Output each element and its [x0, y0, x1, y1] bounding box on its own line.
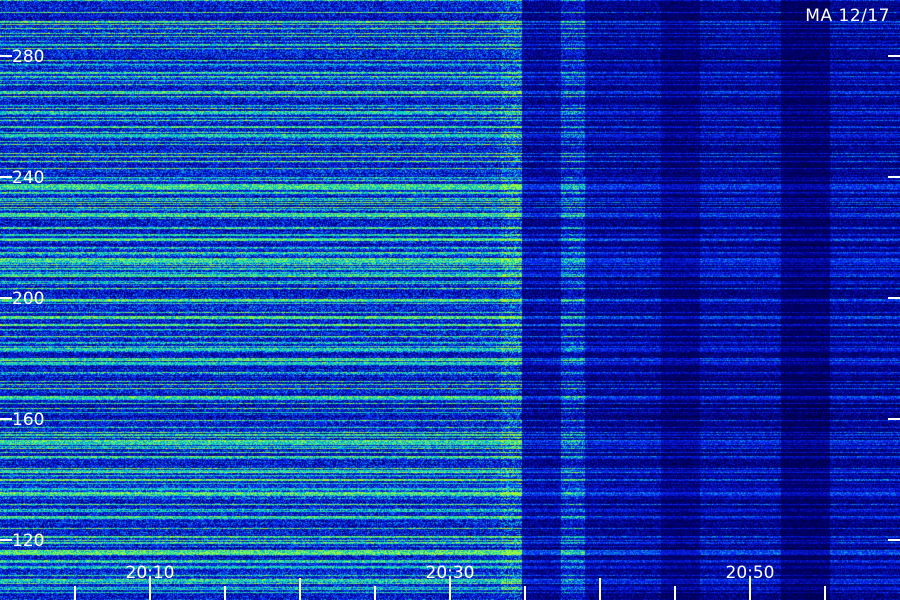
axis-overlay: 280 240 200 160 120 20:10 20:30 20:50: [0, 47, 900, 600]
y-tick-label-200: 200: [12, 289, 44, 309]
spectrogram-view: 280 240 200 160 120 20:10 20:30 20:50 MA…: [0, 0, 900, 600]
x-axis: 20:10 20:30 20:50: [74, 563, 826, 600]
y-tick-label-280: 280: [12, 47, 44, 67]
station-label: MA 12/17: [805, 6, 890, 26]
y-tick-label-240: 240: [12, 168, 44, 188]
x-tick-label-2050: 20:50: [726, 563, 775, 583]
x-tick-label-2030: 20:30: [426, 563, 475, 583]
y-tick-label-160: 160: [12, 410, 44, 430]
x-tick-label-2010: 20:10: [126, 563, 175, 583]
y-axis: 280 240 200 160 120: [0, 47, 900, 551]
y-tick-label-120: 120: [12, 531, 44, 551]
